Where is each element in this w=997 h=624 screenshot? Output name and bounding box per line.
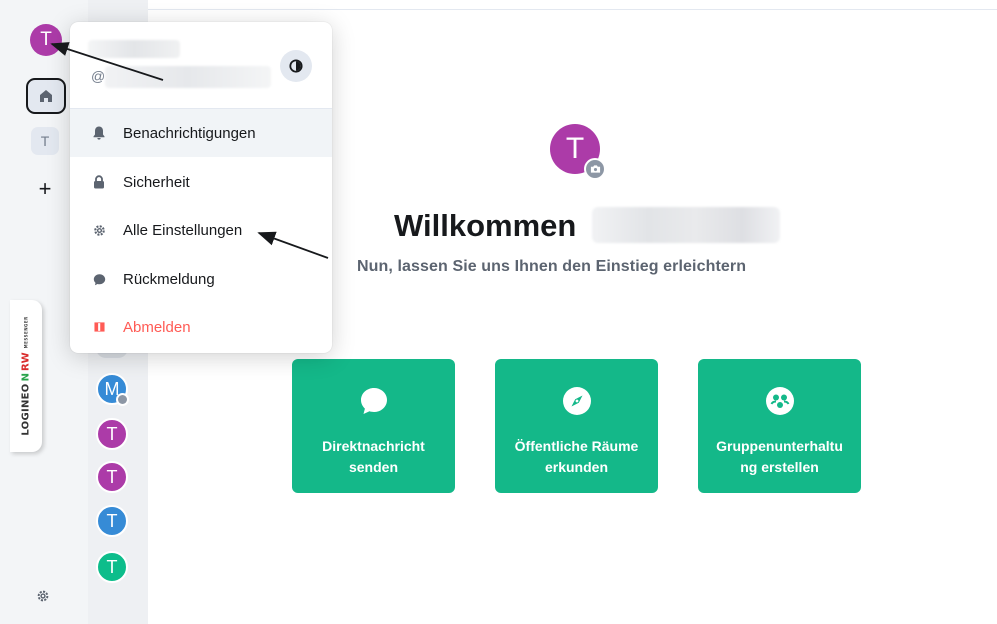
welcome-subtitle: Nun, lassen Sie uns Ihnen den Einstieg e… — [357, 258, 747, 275]
redacted-display-name — [88, 40, 180, 58]
redacted-user-name — [592, 207, 780, 243]
menu-item-label: Alle Einstellungen — [123, 221, 243, 239]
menu-item-sign-out[interactable]: Abmelden — [70, 303, 332, 351]
space-t-button[interactable]: T — [31, 127, 59, 155]
room-avatar-letter: T — [106, 423, 118, 444]
group-icon — [762, 383, 798, 419]
user-menu: @ Benachrichtigungen Sicherheit Alle Ein… — [70, 22, 332, 353]
menu-item-notifications[interactable]: Benachrichtigungen — [70, 109, 332, 157]
home-button[interactable] — [26, 78, 66, 114]
menu-item-label: Abmelden — [123, 318, 191, 336]
create-group-button[interactable]: Gruppenunterhaltu ng erstellen — [698, 359, 861, 493]
logo-part-messenger: MESSENGER — [23, 316, 29, 349]
theme-toggle-button[interactable] — [280, 50, 312, 82]
feedback-icon — [91, 271, 107, 287]
compass-icon — [559, 383, 595, 419]
room-avatar[interactable]: T — [96, 505, 128, 537]
quick-settings-button[interactable] — [33, 586, 53, 606]
room-avatar-letter: T — [106, 510, 118, 531]
menu-item-label: Rückmeldung — [123, 270, 215, 288]
lock-icon — [91, 174, 107, 190]
home-icon — [40, 90, 52, 102]
menu-item-security[interactable]: Sicherheit — [70, 158, 332, 206]
theme-icon — [289, 59, 303, 73]
user-id-prefix: @ — [91, 68, 106, 84]
logo-part-rw: RW — [20, 352, 32, 372]
room-avatar[interactable]: M — [96, 373, 129, 406]
room-avatar-letter: T — [106, 466, 118, 487]
room-avatar-letter: T — [106, 556, 118, 577]
room-avatar[interactable]: T — [96, 551, 128, 583]
user-avatar-button[interactable]: T — [30, 24, 62, 56]
signout-icon — [91, 319, 107, 335]
logineo-wordmark: LOGINEO N RW MESSENGER — [21, 316, 32, 435]
app-root: T T + MTTTT LOGINEO N RW MESSENGER T Willko… — [0, 0, 997, 624]
menu-item-feedback[interactable]: Rückmeldung — [70, 255, 332, 303]
logineo-logo: LOGINEO N RW MESSENGER — [10, 300, 42, 452]
gear-icon — [91, 222, 107, 238]
header-divider — [148, 9, 997, 10]
bell-icon — [91, 125, 107, 141]
public-room-badge-icon — [116, 393, 129, 406]
chat-bubble-icon — [356, 383, 392, 419]
welcome-title: Willkommen — [394, 208, 577, 243]
menu-item-all-settings[interactable]: Alle Einstellungen — [70, 206, 332, 254]
menu-item-label: Benachrichtigungen — [123, 124, 256, 142]
send-dm-button[interactable]: Direktnachricht senden — [292, 359, 455, 493]
menu-item-label: Sicherheit — [123, 173, 190, 191]
gear-icon — [37, 590, 49, 602]
redacted-user-id — [105, 66, 271, 88]
camera-icon[interactable] — [584, 158, 606, 180]
send-dm-label: Direktnachricht senden — [322, 438, 425, 475]
room-avatar[interactable]: T — [96, 461, 128, 493]
create-space-button[interactable]: + — [33, 176, 57, 201]
room-avatar[interactable]: T — [96, 418, 128, 450]
logo-part-n: N — [20, 373, 32, 382]
explore-rooms-button[interactable]: Öffentliche Räume erkunden — [495, 359, 658, 493]
logo-part-logineo: LOGINEO — [20, 383, 32, 436]
explore-rooms-label: Öffentliche Räume erkunden — [514, 438, 639, 475]
create-group-label: Gruppenunterhaltu ng erstellen — [716, 438, 843, 475]
